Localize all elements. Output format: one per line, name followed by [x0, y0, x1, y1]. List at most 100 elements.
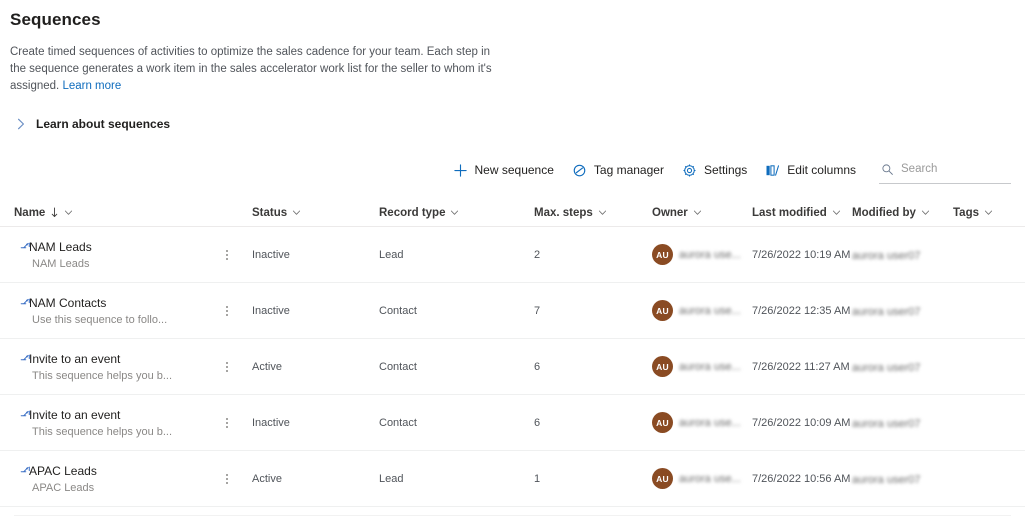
tag-icon: [572, 163, 587, 178]
row-status: Inactive: [252, 248, 290, 261]
row-max-steps: 2: [534, 248, 541, 261]
row-name-line: Invite to an event: [14, 408, 204, 422]
row-name-line: NAM Leads: [14, 240, 204, 254]
row-owner-name: aurora use...: [679, 416, 741, 429]
row-modified-by-cell: aurora user07: [852, 358, 953, 376]
row-modified-by: aurora user07: [852, 361, 921, 374]
column-header-status-label: Status: [252, 206, 288, 219]
more-vertical-icon[interactable]: [220, 359, 234, 375]
avatar: AU: [652, 412, 673, 433]
row-owner: AU aurora use...: [652, 244, 752, 265]
column-header-max-steps-wrap: Max. steps: [534, 207, 652, 219]
column-header-owner-label: Owner: [652, 206, 688, 219]
row-owner-cell: AU aurora use...: [652, 468, 752, 489]
row-owner-cell: AU aurora use...: [652, 356, 752, 377]
avatar: AU: [652, 468, 673, 489]
row-name-link[interactable]: NAM Leads: [29, 240, 92, 254]
row-owner-cell: AU aurora use...: [652, 412, 752, 433]
chevron-down-icon: [292, 208, 301, 217]
row-modified-by: aurora user07: [852, 473, 921, 486]
row-modified-by-cell: aurora user07: [852, 246, 953, 264]
more-vertical-icon[interactable]: [220, 303, 234, 319]
chevron-right-icon: [14, 117, 28, 131]
more-vertical-icon[interactable]: [220, 471, 234, 487]
column-header-last-modified[interactable]: Last modified: [752, 207, 852, 219]
row-name-cell: NAM Leads NAM Leads: [14, 240, 204, 270]
row-name-line: APAC Leads: [14, 464, 204, 478]
column-header-tags[interactable]: Tags: [953, 207, 1025, 219]
column-header-max-steps[interactable]: Max. steps: [534, 207, 652, 219]
new-sequence-label: New sequence: [474, 163, 554, 177]
row-status: Active: [252, 472, 282, 485]
row-max-steps: 7: [534, 304, 541, 317]
tag-manager-button[interactable]: Tag manager: [563, 156, 673, 184]
page-title: Sequences: [10, 10, 101, 29]
column-header-name[interactable]: Name: [14, 207, 204, 219]
row-status: Active: [252, 360, 282, 373]
column-header-owner[interactable]: Owner: [652, 207, 752, 219]
page-description: Create timed sequences of activities to …: [10, 44, 502, 95]
row-name-link[interactable]: Invite to an event: [29, 408, 120, 422]
row-name-link[interactable]: APAC Leads: [29, 464, 97, 478]
row-name-link[interactable]: NAM Contacts: [29, 296, 106, 310]
row-owner: AU aurora use...: [652, 412, 752, 433]
column-header-record-type[interactable]: Record type: [379, 207, 534, 219]
settings-button[interactable]: Settings: [673, 156, 756, 184]
row-name-line: NAM Contacts: [14, 296, 204, 310]
row-owner: AU aurora use...: [652, 468, 752, 489]
column-header-modified-by-label: Modified by: [852, 206, 916, 219]
row-modified-by-cell: aurora user07: [852, 302, 953, 320]
row-name-cell: APAC Leads APAC Leads: [14, 464, 204, 494]
row-status: Inactive: [252, 416, 290, 429]
row-owner-name: aurora use...: [679, 360, 741, 373]
column-header-status[interactable]: Status: [252, 207, 379, 219]
row-subtitle: This sequence helps you b...: [32, 369, 173, 382]
table-row[interactable]: Invite to an event This sequence helps y…: [0, 339, 1025, 395]
row-last-modified: 7/26/2022 12:35 AM: [752, 304, 851, 317]
learn-more-link[interactable]: Learn more: [62, 80, 121, 92]
row-menu-cell: [204, 471, 252, 487]
row-subtitle: Use this sequence to follo...: [32, 313, 168, 326]
more-vertical-icon[interactable]: [220, 247, 234, 263]
edit-columns-button[interactable]: Edit columns: [756, 156, 865, 184]
row-name-cell: Invite to an event This sequence helps y…: [14, 352, 204, 382]
row-last-modified: 7/26/2022 10:56 AM: [752, 472, 851, 485]
table-row[interactable]: NAM Contacts Use this sequence to follo.…: [0, 283, 1025, 339]
table-row[interactable]: APAC Leads APAC Leads Active Lead 1 AU a…: [0, 451, 1025, 507]
row-owner-name: aurora use...: [679, 304, 741, 317]
row-modified-by: aurora user07: [852, 417, 921, 430]
table-row[interactable]: NAM Leads NAM Leads Inactive Lead 2 AU a…: [0, 227, 1025, 283]
row-name-line: Invite to an event: [14, 352, 204, 366]
column-header-modified-by-wrap: Modified by: [852, 207, 953, 219]
row-owner-cell: AU aurora use...: [652, 244, 752, 265]
column-header-owner-wrap: Owner: [652, 207, 752, 219]
learn-about-sequences-label: Learn about sequences: [36, 117, 171, 131]
column-header-tags-label: Tags: [953, 206, 979, 219]
page-header: Sequences Create timed sequences of acti…: [0, 0, 1025, 131]
chevron-down-icon: [450, 208, 459, 217]
new-sequence-button[interactable]: New sequence: [444, 156, 563, 184]
chevron-down-icon: [921, 208, 930, 217]
column-header-last-modified-label: Last modified: [752, 206, 827, 219]
command-bar: New sequence Tag manager Settings Edit c…: [0, 155, 1025, 185]
table-row[interactable]: Invite to an event This sequence helps y…: [0, 395, 1025, 451]
column-header-modified-by[interactable]: Modified by: [852, 207, 953, 219]
column-header-name-wrap: Name: [14, 207, 204, 219]
search-box[interactable]: [879, 156, 1011, 184]
row-name-link[interactable]: Invite to an event: [29, 352, 120, 366]
search-input[interactable]: [901, 163, 1009, 175]
row-max-steps: 1: [534, 472, 541, 485]
chevron-down-icon: [64, 208, 73, 217]
row-subtitle: NAM Leads: [32, 257, 90, 270]
row-owner-cell: AU aurora use...: [652, 300, 752, 321]
learn-about-sequences-toggle[interactable]: Learn about sequences: [14, 117, 174, 131]
row-record-type: Contact: [379, 304, 417, 317]
row-last-modified: 7/26/2022 11:27 AM: [752, 360, 850, 373]
row-menu-cell: [204, 303, 252, 319]
column-header-max-steps-label: Max. steps: [534, 206, 593, 219]
row-owner: AU aurora use...: [652, 300, 752, 321]
row-menu-cell: [204, 247, 252, 263]
more-vertical-icon[interactable]: [220, 415, 234, 431]
row-modified-by-cell: aurora user07: [852, 470, 953, 488]
search-icon: [881, 163, 894, 176]
